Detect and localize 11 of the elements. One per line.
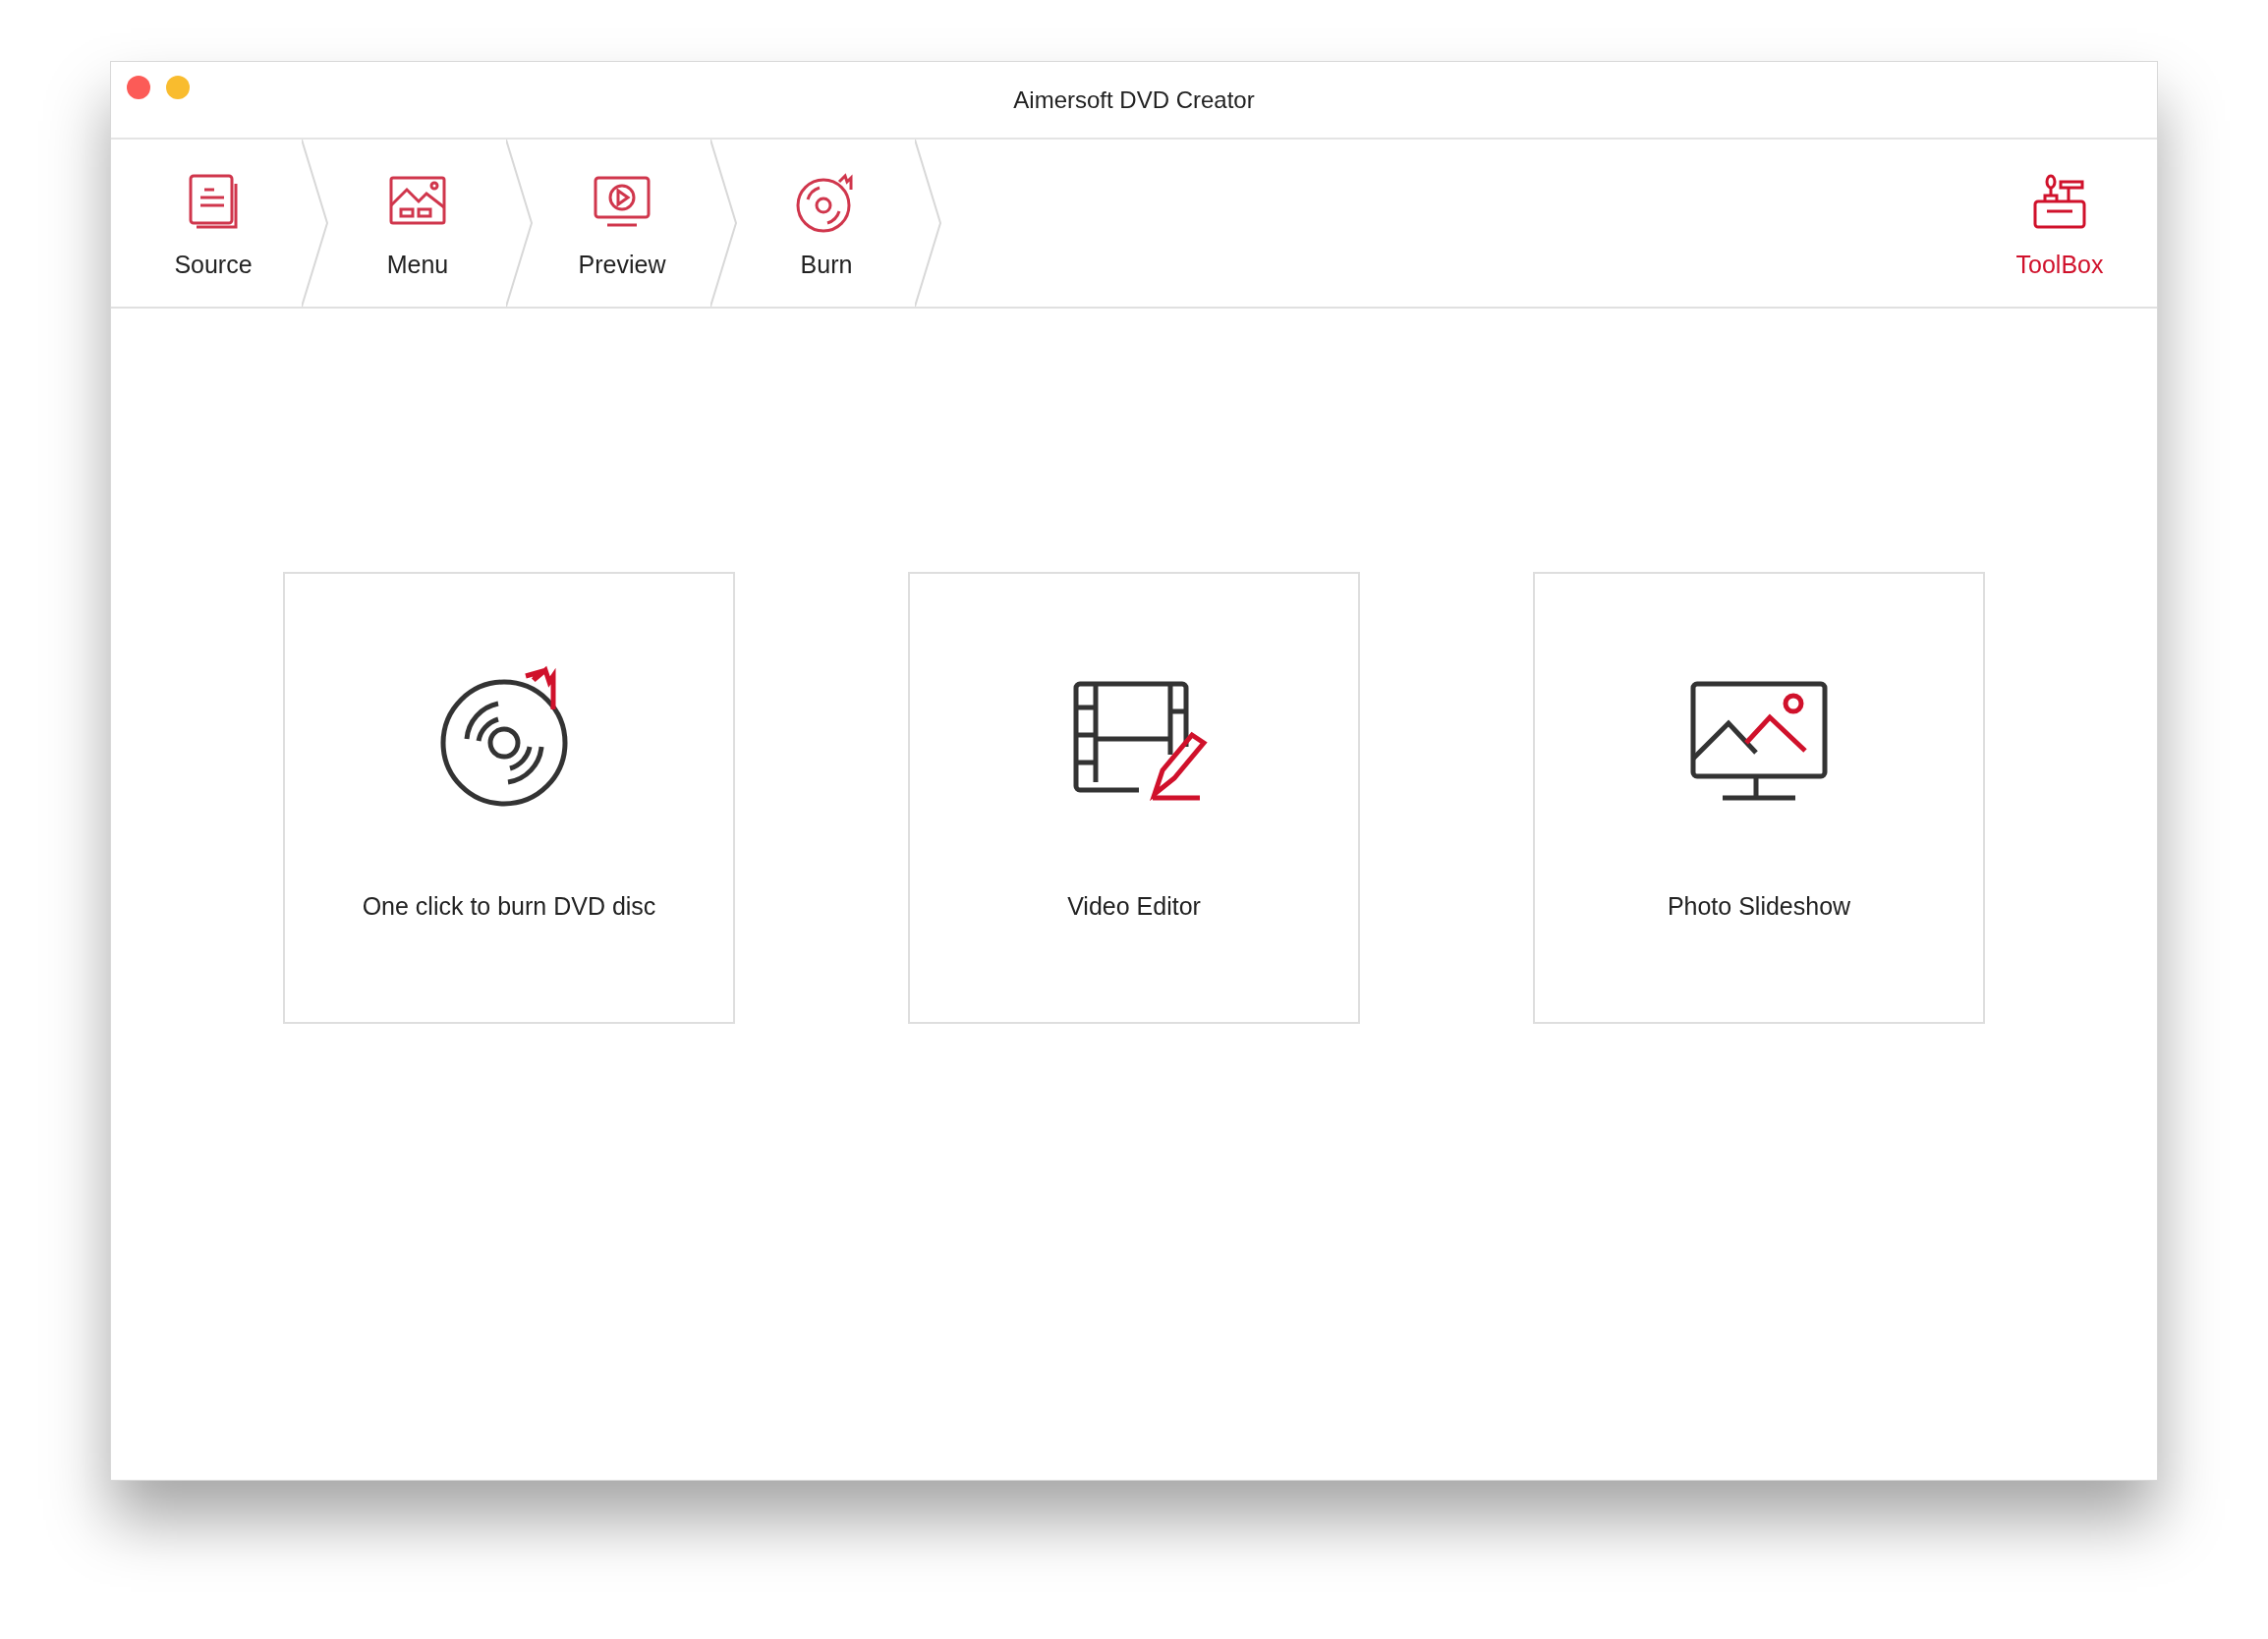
feature-card[interactable]: Video Editor [908, 572, 1360, 1024]
toolbox-button[interactable]: ToolBox [1986, 140, 2133, 307]
step-tab[interactable]: Preview [534, 140, 710, 307]
feature-card[interactable]: Photo Slideshow [1533, 572, 1985, 1024]
minimize-button[interactable] [166, 76, 190, 99]
step-tab[interactable]: Menu [329, 140, 506, 307]
step-tab[interactable]: Burn [738, 140, 915, 307]
window-title: Aimersoft DVD Creator [1013, 85, 1255, 114]
step-tab[interactable]: Source [125, 140, 302, 307]
close-button[interactable] [127, 76, 150, 99]
feature-card[interactable]: One click to burn DVD disc [283, 572, 735, 1024]
